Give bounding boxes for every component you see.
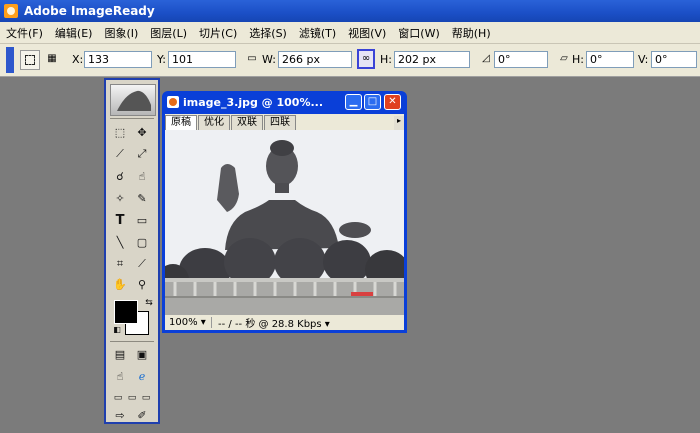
document-icon (167, 96, 179, 108)
brush-icon[interactable]: ✎ (133, 189, 151, 207)
zoom-value: 100% (169, 317, 198, 328)
jump-to-photoshop-icon[interactable]: ⇨ (111, 406, 129, 424)
skew-v-label: V: (638, 53, 649, 66)
maximize-button[interactable]: □ (364, 94, 381, 110)
options-bar: ▦ X: Y: ▭ W: ∞ H: ◿ ▱ H: V: (0, 44, 700, 77)
app-title: Adobe ImageReady (24, 4, 155, 18)
toolbox-logo (110, 84, 156, 116)
hand-icon[interactable]: ✋ (111, 275, 129, 293)
magic-wand-icon[interactable]: ✧ (111, 189, 129, 207)
height-field[interactable] (394, 51, 470, 68)
app-title-bar: Adobe ImageReady (0, 0, 700, 22)
width-field[interactable] (278, 51, 352, 68)
x-field[interactable] (84, 51, 152, 68)
chevron-down-icon: ▾ (324, 319, 330, 330)
x-label: X: (72, 53, 84, 66)
toolbox-divider (110, 341, 154, 342)
image-canvas[interactable] (165, 130, 404, 315)
download-time-value: -- / -- 秒 @ 28.8 Kbps (218, 319, 322, 330)
full-screen-icon[interactable]: ▭ (137, 389, 155, 407)
menu-layer[interactable]: 图层(L) (144, 25, 193, 41)
document-title: image_3.jpg @ 100%... (183, 95, 324, 109)
y-field[interactable] (168, 51, 236, 68)
angle-icon: ◿ (482, 53, 490, 64)
h-label: H: (380, 53, 392, 66)
toolbox-divider (110, 118, 154, 119)
view-tabs: 原稿 优化 双联 四联 ▸ (165, 114, 404, 130)
menu-help[interactable]: 帮助(H) (446, 25, 497, 41)
preview-browser-icon[interactable]: ℯ (133, 367, 151, 385)
document-window: image_3.jpg @ 100%... ▁ □ ✕ 原稿 优化 双联 四联 … (162, 91, 407, 333)
download-time-select[interactable]: -- / -- 秒 @ 28.8 Kbps ▾ (212, 315, 330, 330)
rounded-rectangle-icon[interactable]: ▢ (133, 233, 151, 251)
type-icon[interactable]: T (111, 211, 129, 229)
chevron-down-icon: ▾ (200, 317, 206, 328)
reference-point-icon[interactable]: ▦ (46, 53, 58, 65)
angle-field[interactable] (494, 51, 548, 68)
slice-select-icon[interactable]: ⤢ (133, 145, 151, 163)
marquee-icon[interactable]: ⬚ (111, 123, 129, 141)
zoom-select[interactable]: 100% ▾ (165, 317, 212, 328)
skew-h-field[interactable] (586, 51, 634, 68)
menu-bar: 文件(F) 编辑(E) 图象(I) 图层(L) 切片(C) 选择(S) 滤镜(T… (0, 22, 700, 44)
w-label: W: (262, 53, 276, 66)
skew-h-label: H: (572, 53, 584, 66)
swap-colors-icon[interactable]: ⇆ (140, 294, 158, 312)
foreground-color-swatch[interactable] (114, 300, 138, 324)
options-bar-grip[interactable] (6, 47, 14, 73)
zoom-icon[interactable]: ⚲ (133, 275, 151, 293)
tab-4-up[interactable]: 四联 (264, 115, 296, 130)
menu-select[interactable]: 选择(S) (243, 25, 293, 41)
crop-icon[interactable]: ⌗ (111, 255, 129, 273)
slice-icon[interactable]: ⟋ (111, 145, 129, 163)
skew-v-field[interactable] (651, 51, 697, 68)
buddha-statue-image (165, 130, 404, 315)
y-label: Y: (157, 53, 166, 66)
menu-file[interactable]: 文件(F) (0, 25, 49, 41)
screen-mode-icon[interactable]: ▣ (133, 345, 151, 363)
menu-view[interactable]: 视图(V) (342, 25, 392, 41)
logo-image (117, 90, 151, 111)
menu-edit[interactable]: 编辑(E) (49, 25, 99, 41)
minimize-button[interactable]: ▁ (345, 94, 362, 110)
tab-optimized[interactable]: 优化 (198, 115, 230, 130)
tab-2-up[interactable]: 双联 (231, 115, 263, 130)
skew-icon: ▱ (560, 53, 568, 64)
lasso-icon[interactable]: ☌ (111, 167, 129, 185)
eyedropper-icon[interactable]: ⟋ (133, 255, 151, 273)
tool-preset-icon[interactable] (20, 50, 40, 70)
menu-filter[interactable]: 滤镜(T) (293, 25, 342, 41)
toolbox-panel: ⬚ ✥ ⟋ ⤢ ☌ ☝ ✧ ✎ T ▭ ╲ ▢ ⌗ ⟋ ✋ ⚲ ⇆ ◧ ▤ ▣ … (104, 78, 160, 424)
imageready-app-icon (4, 4, 18, 18)
move-icon[interactable]: ✥ (133, 123, 151, 141)
menu-image[interactable]: 图象(I) (98, 25, 144, 41)
width-icon: ▭ (247, 53, 257, 64)
preview-document-icon[interactable]: ☝ (111, 367, 129, 385)
document-status-bar: 100% ▾ -- / -- 秒 @ 28.8 Kbps ▾ (165, 315, 404, 330)
link-proportions-icon[interactable]: ∞ (357, 49, 375, 69)
edit-icon[interactable]: ✐ (133, 406, 151, 424)
hand-pointer-icon[interactable]: ☝ (133, 167, 151, 185)
menu-slice[interactable]: 切片(C) (193, 25, 243, 41)
tab-original[interactable]: 原稿 (165, 115, 197, 130)
rectangle-icon[interactable]: ▭ (133, 211, 151, 229)
close-button[interactable]: ✕ (384, 94, 401, 110)
image-map-icon[interactable]: ▤ (111, 345, 129, 363)
line-icon[interactable]: ╲ (111, 233, 129, 251)
menu-window[interactable]: 窗口(W) (392, 25, 445, 41)
tab-scroll-right-icon[interactable]: ▸ (394, 116, 404, 130)
